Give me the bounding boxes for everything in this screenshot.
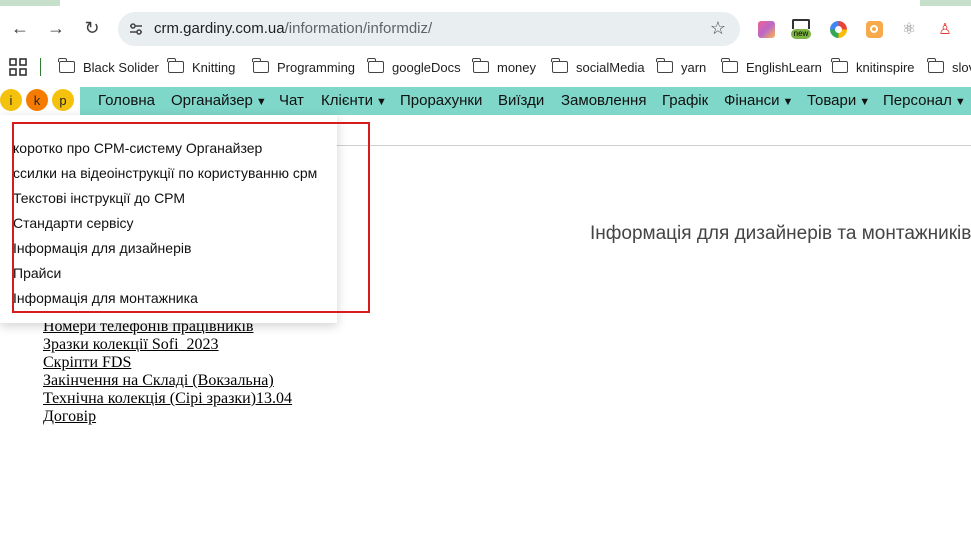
- nav-label: Головна: [98, 92, 155, 109]
- nav-item-schedule[interactable]: Графік: [662, 92, 708, 109]
- bookmark-label: socialMedia: [576, 59, 645, 75]
- bookmark-label: googleDocs: [392, 59, 461, 75]
- browser-toolbar: ← → ↻ crm.gardiny.com.ua/information/inf…: [0, 6, 971, 52]
- nav-item-home[interactable]: Головна: [98, 92, 155, 109]
- logo-letter: k: [26, 89, 48, 111]
- info-link[interactable]: Зразки колекції Sofi_2023: [43, 336, 292, 354]
- nav-label: Персонал: [883, 92, 952, 109]
- logo-letter: i: [0, 89, 22, 111]
- folder-icon: [472, 58, 489, 73]
- person-extension-icon[interactable]: ♙: [934, 18, 956, 40]
- nav-label: Прорахунки: [400, 92, 483, 109]
- info-link[interactable]: Закінчення на Складі (Вокзальна): [43, 372, 292, 390]
- nav-label: Замовлення: [561, 92, 647, 109]
- nav-item-staff[interactable]: Персонал ▼: [883, 92, 966, 109]
- nav-label: Виїзди: [498, 92, 545, 109]
- red-highlight-box: [12, 122, 370, 313]
- nav-item-chat[interactable]: Чат: [279, 92, 304, 109]
- bookmark-folder[interactable]: googleDocs: [367, 58, 461, 76]
- url-path: /information/informdiz/: [284, 20, 433, 37]
- nav-label: Чат: [279, 92, 304, 109]
- nav-label: Товари: [807, 92, 857, 109]
- bookmark-folder[interactable]: money: [472, 58, 537, 76]
- caret-down-icon: ▼: [255, 96, 267, 108]
- bookmark-label: Knitting: [192, 59, 236, 75]
- caret-down-icon: ▼: [782, 96, 794, 108]
- bookmark-folder[interactable]: socialMedia: [551, 58, 645, 76]
- bookmark-label: knitinspire: [856, 59, 915, 75]
- folder-icon: [721, 58, 738, 73]
- bookmark-folder[interactable]: EnglishLearn: [721, 58, 822, 76]
- nav-item-orders[interactable]: Замовлення: [561, 92, 646, 109]
- bookmark-label: Black Solider: [83, 59, 159, 75]
- info-link[interactable]: Договір: [43, 408, 292, 426]
- orange-extension-icon[interactable]: [863, 18, 885, 40]
- new-badge-extension-icon[interactable]: new: [790, 18, 812, 40]
- folder-icon: [656, 58, 673, 73]
- url-text: crm.gardiny.com.ua/information/informdiz…: [154, 20, 432, 37]
- forward-arrow-icon[interactable]: →: [40, 12, 72, 44]
- nav-item-finance[interactable]: Фінанси ▼: [724, 92, 793, 109]
- nav-item-calculations[interactable]: Прорахунки: [400, 92, 482, 109]
- site-settings-icon[interactable]: [128, 21, 144, 37]
- nav-item-organizer[interactable]: Органайзер ▼: [171, 92, 267, 109]
- folder-icon: [831, 58, 848, 73]
- apps-grid-icon[interactable]: [9, 58, 27, 76]
- address-bar[interactable]: crm.gardiny.com.ua/information/informdiz…: [118, 12, 740, 46]
- folder-icon: [167, 58, 184, 73]
- content-divider: [336, 145, 971, 146]
- extension-new-badge: new: [790, 29, 812, 39]
- url-host: crm.gardiny.com.ua: [154, 20, 285, 37]
- gear-extension-icon[interactable]: ⚛: [898, 18, 920, 40]
- pink-square-extension-icon[interactable]: [755, 18, 777, 40]
- logo-letter: p: [52, 89, 74, 111]
- nav-label: Органайзер: [171, 92, 253, 109]
- nav-label: Клієнти: [321, 92, 374, 109]
- bookmark-folder[interactable]: slov: [927, 58, 971, 76]
- caret-down-icon: ▼: [859, 96, 871, 108]
- bookmark-folder[interactable]: Black Solider: [58, 58, 159, 76]
- bookmark-label: yarn: [681, 59, 707, 75]
- color-wheel-extension-icon[interactable]: [827, 18, 849, 40]
- reload-icon[interactable]: ↻: [76, 12, 108, 44]
- bookmarks-bar: Black Solider Knitting Programming googl…: [0, 52, 971, 82]
- bookmark-folder[interactable]: knitinspire: [831, 58, 915, 76]
- bookmark-folder[interactable]: Knitting: [167, 58, 236, 76]
- site-nav-bar: i k p Головна Органайзер ▼ Чат Клієнти ▼ П…: [0, 87, 971, 115]
- nav-item-visits[interactable]: Виїзди: [498, 92, 544, 109]
- bookmark-label: slov: [952, 59, 971, 75]
- folder-icon: [551, 58, 568, 73]
- folder-icon: [367, 58, 384, 73]
- site-logo[interactable]: i k p: [0, 87, 80, 115]
- folder-icon: [252, 58, 269, 73]
- bookmarks-separator: [40, 58, 41, 76]
- page-title: Інформація для дизайнерів та монтажників: [590, 223, 971, 244]
- bookmark-label: Programming: [277, 59, 356, 75]
- nav-item-clients[interactable]: Клієнти ▼: [321, 92, 387, 109]
- back-arrow-icon[interactable]: ←: [4, 12, 36, 44]
- folder-icon: [927, 58, 944, 73]
- info-link[interactable]: Технічна колекція (Сірі зразки)13.04: [43, 390, 292, 408]
- folder-icon: [58, 58, 75, 73]
- nav-label: Фінанси: [724, 92, 780, 109]
- bookmark-folder[interactable]: Programming: [252, 58, 356, 76]
- info-links-list: Номери телефонів працівників Зразки коле…: [43, 318, 292, 426]
- nav-label: Графік: [662, 92, 709, 109]
- bookmark-label: EnglishLearn: [746, 59, 822, 75]
- bookmark-folder[interactable]: yarn: [656, 58, 707, 76]
- caret-down-icon: ▼: [954, 96, 966, 108]
- caret-down-icon: ▼: [376, 96, 387, 108]
- bookmark-label: money: [497, 59, 537, 75]
- bookmark-star-icon[interactable]: ☆: [710, 18, 726, 39]
- info-link[interactable]: Скріпти FDS: [43, 354, 292, 372]
- nav-item-products[interactable]: Товари ▼: [807, 92, 870, 109]
